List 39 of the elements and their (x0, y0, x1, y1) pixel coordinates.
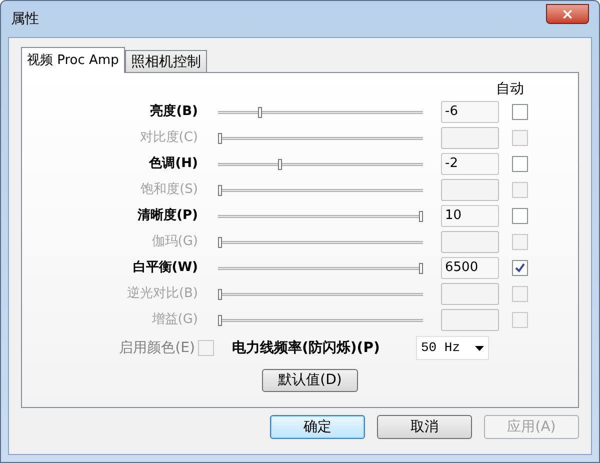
dropdown-label: 电力线频率(防闪烁)(P) (232, 338, 381, 358)
slider-thumb[interactable] (278, 158, 282, 170)
control-label: 对比度(C) (138, 129, 198, 148)
checkbox[interactable] (512, 156, 528, 172)
control-label: 色调(H) (148, 155, 198, 174)
value-field[interactable]: -2 (441, 153, 499, 175)
checkbox[interactable] (512, 260, 528, 276)
value-field[interactable]: 6500 (441, 257, 499, 279)
control-label: 亮度(B) (149, 102, 198, 122)
defaults-button[interactable]: 默认值(D) (262, 369, 358, 392)
tab[interactable]: 视频 Proc Amp (21, 47, 125, 73)
checkbox[interactable] (512, 104, 528, 120)
window-title: 属性 (11, 10, 39, 28)
tab[interactable]: 照相机控制 (124, 50, 207, 72)
control-label: 增益(G) (150, 311, 198, 330)
control-label: 清晰度(P) (136, 206, 198, 226)
dialog-button[interactable]: 取消 (377, 415, 472, 439)
dialog-button[interactable]: 确定 (270, 415, 365, 439)
control-label: 饱和度(S) (140, 181, 198, 200)
frequency-dropdown[interactable]: 50 Hz (416, 336, 489, 360)
dropdown-value: 50 Hz (421, 339, 460, 358)
value-field[interactable] (441, 179, 499, 201)
value-field[interactable] (441, 127, 499, 149)
value-field[interactable] (441, 309, 499, 331)
slider-thumb[interactable] (258, 106, 262, 118)
control-label: 伽玛(G) (150, 233, 198, 252)
checkbox[interactable] (512, 208, 528, 224)
dropdown-arrow-icon (475, 346, 484, 350)
value-field[interactable]: 10 (441, 205, 499, 227)
checkmark-icon (514, 262, 526, 274)
checkbox-label: 启用颜色(E) (118, 338, 195, 358)
control-label: 逆光对比(B) (126, 285, 198, 304)
control-label: 白平衡(W) (132, 259, 198, 278)
value-field[interactable] (441, 283, 499, 305)
slider-thumb[interactable] (419, 262, 423, 274)
column-header: 自动 (496, 80, 524, 99)
value-field[interactable] (441, 231, 499, 253)
slider-thumb[interactable] (419, 210, 423, 222)
value-field[interactable]: -6 (441, 101, 499, 123)
